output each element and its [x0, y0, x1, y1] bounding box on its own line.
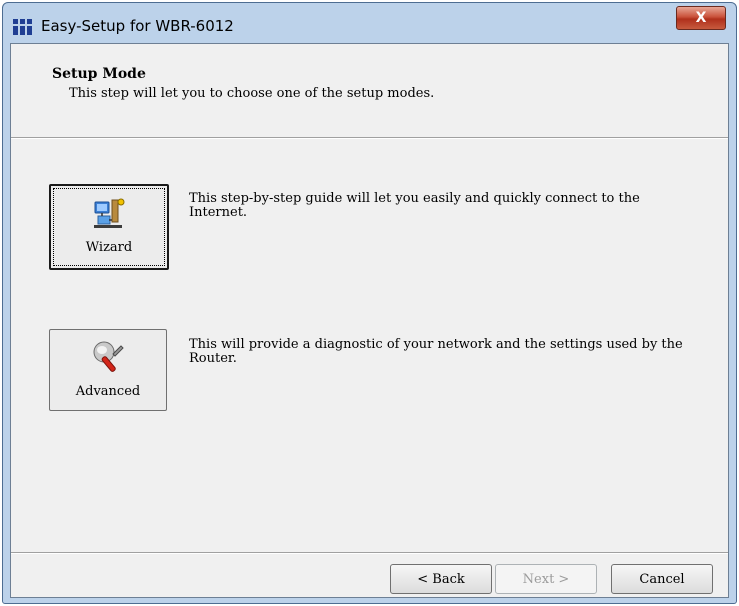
- wizard-label: Wizard: [85, 240, 133, 255]
- wizard-button[interactable]: Wizard: [49, 184, 169, 270]
- next-button[interactable]: Next >: [495, 564, 597, 594]
- cancel-button[interactable]: Cancel: [611, 564, 713, 594]
- advanced-tools-icon: [93, 341, 124, 372]
- dialog-body: Setup Mode This step will let you to cho…: [10, 43, 729, 598]
- footer-divider: [11, 552, 728, 554]
- close-icon: X: [695, 10, 707, 26]
- close-button[interactable]: X: [676, 6, 726, 30]
- page-description: This step will let you to choose one of …: [69, 86, 435, 101]
- wizard-network-icon: [94, 198, 125, 228]
- wizard-description: This step-by-step guide will let you eas…: [189, 191, 640, 220]
- window-title: Easy-Setup for WBR-6012: [41, 17, 234, 35]
- advanced-label: Advanced: [75, 384, 141, 399]
- page-title: Setup Mode: [52, 66, 146, 82]
- back-button[interactable]: < Back: [390, 564, 492, 594]
- title-bar[interactable]: Easy-Setup for WBR-6012 X: [3, 3, 736, 43]
- header-divider: [11, 137, 728, 139]
- setup-window: Easy-Setup for WBR-6012 X Setup Mode Thi…: [2, 2, 737, 604]
- app-logo-icon: [13, 19, 33, 35]
- header-panel: Setup Mode This step will let you to cho…: [11, 44, 728, 134]
- advanced-description: This will provide a diagnostic of your n…: [189, 337, 683, 366]
- advanced-button[interactable]: Advanced: [49, 329, 167, 411]
